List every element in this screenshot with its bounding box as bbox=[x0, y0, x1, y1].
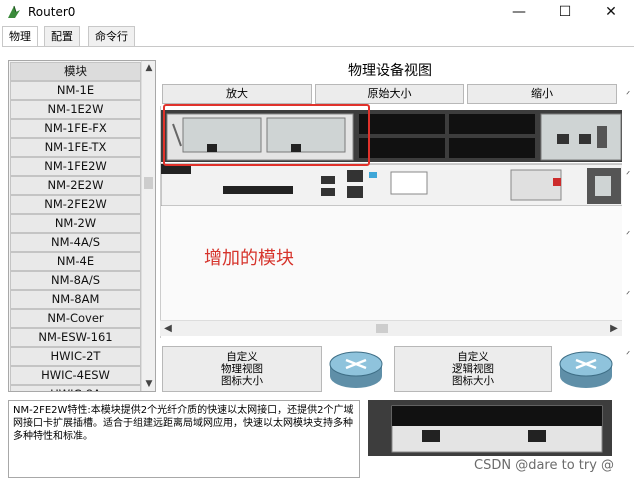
module-item[interactable]: NM-1E2W bbox=[10, 99, 141, 119]
tab-physical[interactable]: 物理 bbox=[2, 26, 38, 47]
custom-logical-line-3: 图标大小 bbox=[452, 375, 494, 387]
module-item[interactable]: HWIC-8A bbox=[10, 384, 141, 391]
original-size-button[interactable]: 原始大小 bbox=[315, 84, 464, 104]
strip-mark-2: ᐟ bbox=[626, 170, 631, 181]
strip-mark-4: ᐟ bbox=[626, 290, 631, 301]
scroll-thumb[interactable] bbox=[144, 177, 153, 189]
custom-physical-line-2: 物理视图 bbox=[221, 363, 263, 375]
tab-cli[interactable]: 命令行 bbox=[88, 26, 135, 46]
hscroll-thumb[interactable] bbox=[376, 324, 388, 333]
module-item[interactable]: NM-Cover bbox=[10, 308, 141, 328]
module-item[interactable]: NM-1FE-FX bbox=[10, 118, 141, 138]
module-item[interactable]: NM-2FE2W bbox=[10, 194, 141, 214]
strip-mark-5: ᐟ bbox=[626, 350, 631, 361]
module-item[interactable]: NM-4E bbox=[10, 251, 141, 271]
module-item[interactable]: NM-2E2W bbox=[10, 175, 141, 195]
tab-config[interactable]: 配置 bbox=[44, 26, 80, 46]
scroll-down-icon[interactable]: ▼ bbox=[142, 377, 155, 391]
module-item[interactable]: NM-4A/S bbox=[10, 232, 141, 252]
strip-mark-3: ᐟ bbox=[626, 230, 631, 241]
module-item[interactable]: NM-ESW-161 bbox=[10, 327, 141, 347]
router-globe-icon-2 bbox=[559, 351, 613, 388]
module-item[interactable]: NM-1E bbox=[10, 80, 141, 100]
module-preview-image bbox=[368, 400, 612, 456]
scroll-left-icon[interactable]: ◀ bbox=[160, 321, 176, 337]
view-title: 物理设备视图 bbox=[348, 63, 432, 79]
maximize-button[interactable]: ☐ bbox=[550, 2, 580, 22]
right-edge-strip: ᐟ ᐟ ᐟ ᐟ ᐟ bbox=[626, 60, 640, 480]
module-item[interactable]: NM-8A/S bbox=[10, 270, 141, 290]
added-module-annotation: 增加的模块 bbox=[204, 248, 294, 269]
router-globe-icon bbox=[329, 351, 383, 388]
zoom-out-button[interactable]: 缩小 bbox=[467, 84, 617, 104]
added-module-highlight bbox=[163, 104, 370, 166]
custom-physical-line-3: 图标大小 bbox=[221, 375, 263, 387]
module-item[interactable]: HWIC-4ESW bbox=[10, 365, 141, 385]
csdn-watermark: CSDN @dare to try @ bbox=[474, 458, 615, 473]
strip-mark-1: ᐟ bbox=[626, 90, 631, 101]
module-list-scrollbar[interactable]: ▲ ▼ bbox=[141, 61, 155, 391]
title-bar: Router0 — ☐ ✕ bbox=[0, 0, 640, 24]
module-item[interactable]: NM-8AM bbox=[10, 289, 141, 309]
router-app-icon bbox=[8, 5, 20, 18]
module-list-header: 模块 bbox=[10, 62, 141, 81]
minimize-button[interactable]: — bbox=[504, 2, 534, 22]
custom-logical-line-2: 逻辑视图 bbox=[452, 363, 494, 375]
module-description: NM-2FE2W特性:本模块提供2个光纤介质的快速以太网接口，还提供2个广域网接… bbox=[8, 400, 360, 478]
zoom-in-button[interactable]: 放大 bbox=[162, 84, 312, 104]
custom-logical-line-1: 自定义 bbox=[457, 351, 489, 363]
window-title: Router0 bbox=[28, 5, 76, 19]
module-item[interactable]: HWIC-2T bbox=[10, 346, 141, 366]
custom-logical-icon-button[interactable]: 自定义 逻辑视图 图标大小 bbox=[394, 346, 552, 392]
tab-bar: 物理 配置 命令行 bbox=[0, 26, 640, 47]
custom-physical-icon-button[interactable]: 自定义 物理视图 图标大小 bbox=[162, 346, 322, 392]
custom-physical-line-1: 自定义 bbox=[226, 351, 258, 363]
module-list-items: 模块 NM-1E NM-1E2W NM-1FE-FX NM-1FE-TX NM-1FE2… bbox=[10, 62, 141, 391]
module-item[interactable]: NM-1FE2W bbox=[10, 156, 141, 176]
device-view-hscrollbar[interactable]: ◀ ▶ bbox=[160, 320, 622, 336]
module-item[interactable]: NM-1FE-TX bbox=[10, 137, 141, 157]
scroll-up-icon[interactable]: ▲ bbox=[142, 61, 155, 75]
module-list[interactable]: 模块 NM-1E NM-1E2W NM-1FE-FX NM-1FE-TX NM-1FE2… bbox=[8, 60, 156, 392]
module-item[interactable]: NM-2W bbox=[10, 213, 141, 233]
close-button[interactable]: ✕ bbox=[596, 2, 626, 22]
scroll-right-icon[interactable]: ▶ bbox=[606, 321, 622, 337]
